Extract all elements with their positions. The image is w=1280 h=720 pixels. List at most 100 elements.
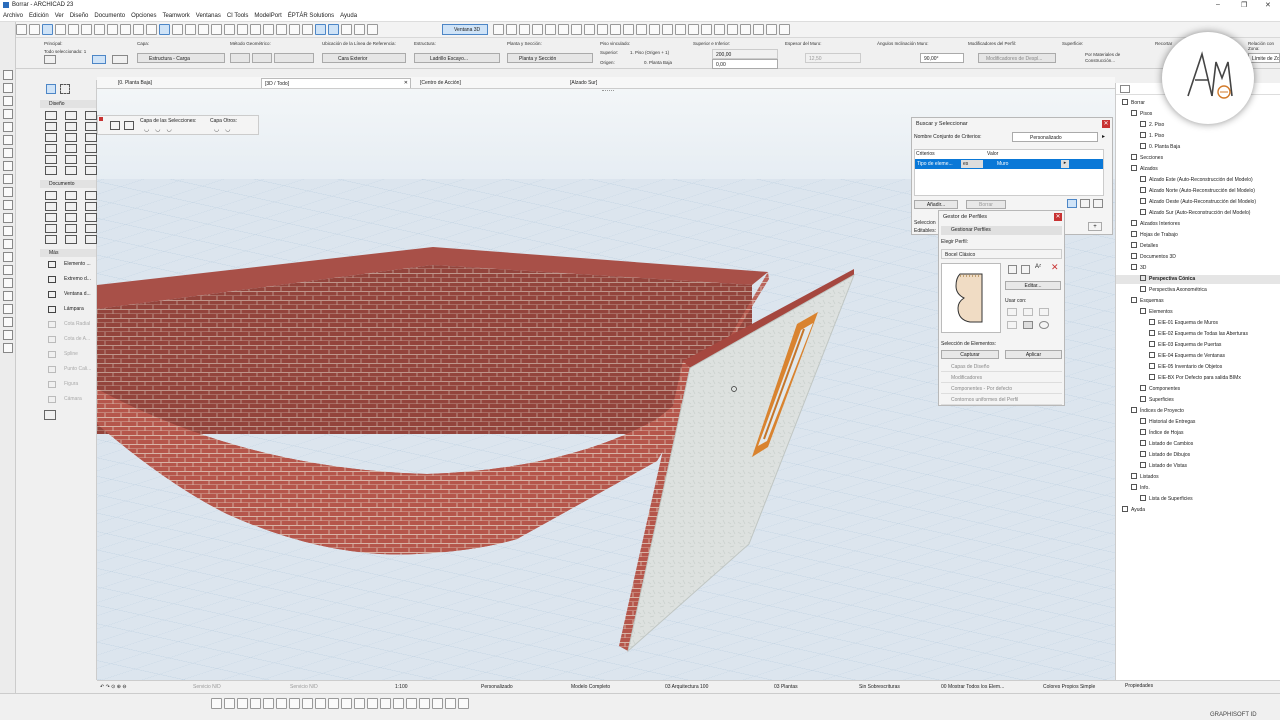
tool-strip-icon-1[interactable] (2, 70, 13, 80)
fill-icon[interactable] (65, 202, 77, 211)
fillet-icon[interactable] (289, 24, 300, 35)
criteria-type-cell[interactable]: Tipo de eleme... (917, 161, 953, 167)
tool-strip-icon-14[interactable] (2, 239, 13, 249)
manage-profiles-header[interactable]: Gestionar Perfiles (941, 226, 1062, 235)
navigator-item[interactable]: EIE-05 Inventario de Objetos (1149, 363, 1222, 372)
edit-profile-button[interactable]: Editar... (1005, 281, 1061, 290)
navigator-item[interactable]: Detalles (1131, 242, 1158, 251)
bottom-tool-icon-11[interactable] (341, 698, 352, 709)
reference-line-select[interactable]: Cara Exterior (322, 53, 406, 63)
skylight-icon[interactable] (85, 155, 97, 164)
menu-ci-tools[interactable]: CI Tools (224, 11, 252, 21)
tool-strip-icon-9[interactable] (2, 174, 13, 184)
tool-strip-icon-18[interactable] (2, 291, 13, 301)
plan-section-select[interactable]: Planta y Sección (507, 53, 593, 63)
navigator-item[interactable]: Info. (1131, 484, 1150, 493)
bottom-tool-icon-10[interactable] (328, 698, 339, 709)
axonometry-icon[interactable] (519, 24, 530, 35)
navigator-item[interactable]: Alzado Oeste (Auto-Reconstrucción del Mo… (1140, 198, 1256, 207)
line-icon[interactable] (85, 202, 97, 211)
colors-value[interactable]: Colores Propios Simple (1043, 684, 1095, 690)
height-field[interactable]: 200,00 (712, 49, 778, 59)
layers-icon[interactable] (172, 24, 183, 35)
use-beam-icon[interactable] (1023, 308, 1033, 316)
mesh-icon[interactable] (45, 155, 57, 164)
syringe-icon[interactable] (81, 24, 92, 35)
bottom-tool-icon-1[interactable] (211, 698, 222, 709)
geometry-method-icon[interactable] (92, 55, 106, 64)
document-section-header[interactable]: Documento (40, 180, 96, 188)
cloud-icon[interactable] (753, 24, 764, 35)
grid-icon[interactable] (120, 24, 131, 35)
bottom-tool-icon-2[interactable] (224, 698, 235, 709)
menu-modelport[interactable]: ModelPort (251, 11, 284, 21)
level-dimension-icon[interactable] (65, 191, 77, 200)
menu-teamwork[interactable]: Teamwork (159, 11, 192, 21)
navigator-item[interactable]: Listado de Cambios (1140, 440, 1193, 449)
palette-close-icon[interactable] (99, 117, 103, 121)
bottom-tool-icon-15[interactable] (393, 698, 404, 709)
object-icon[interactable] (85, 122, 97, 131)
angle-field[interactable]: 90,00° (920, 53, 964, 63)
navigator-item[interactable]: Índice de Hojas (1140, 429, 1183, 438)
publish-icon[interactable] (662, 24, 673, 35)
arrow-tool-icon[interactable] (46, 84, 56, 94)
thickness-field[interactable]: 12,50 (805, 53, 861, 63)
bottom-tool-icon-16[interactable] (406, 698, 417, 709)
navigator-item[interactable]: Perspectiva Axonométrica (1140, 286, 1207, 295)
navigator-item[interactable]: EIE-01 Esquema de Muros (1149, 319, 1218, 328)
bottom-tool-icon-7[interactable] (289, 698, 300, 709)
layer-combination-icon[interactable] (124, 121, 134, 130)
worksheet-tool-icon[interactable] (65, 235, 77, 244)
toolbox-item-camera[interactable]: Cámara (40, 392, 96, 407)
section-contours[interactable]: Contornos uniformes del Perfil (941, 396, 1062, 405)
bottom-tool-icon-19[interactable] (445, 698, 456, 709)
navigator-item[interactable]: Hojas de Trabajo (1131, 231, 1178, 240)
use-wall-icon[interactable] (1007, 308, 1017, 316)
morph-icon[interactable] (65, 155, 77, 164)
minimize-icon[interactable]: – (1216, 1, 1220, 8)
menu-diseno[interactable]: Diseño (67, 11, 92, 21)
arc-icon[interactable] (65, 213, 77, 222)
tool-strip-icon-12[interactable] (2, 213, 13, 223)
apply-button[interactable]: Aplicar (1005, 350, 1062, 359)
bottom-tool-icon-9[interactable] (315, 698, 326, 709)
select-plus-icon[interactable] (1067, 199, 1077, 208)
marquee-icon[interactable] (55, 24, 66, 35)
beam-icon[interactable] (85, 111, 97, 120)
bottom-tool-icon-3[interactable] (237, 698, 248, 709)
menu-archivo[interactable]: Archivo (0, 11, 26, 21)
bottom-tool-icon-12[interactable] (354, 698, 365, 709)
pen-set-value[interactable]: 03 Arquitectura 100 (665, 684, 708, 690)
toolbox-item-element[interactable]: Elemento ... (40, 257, 96, 272)
move-icon[interactable] (185, 24, 196, 35)
bottom-tool-icon-8[interactable] (302, 698, 313, 709)
section-modifiers[interactable]: Modificadores (941, 374, 1062, 383)
menu-documento[interactable]: Documento (91, 11, 128, 21)
maximize-icon[interactable]: ❐ (1241, 1, 1247, 9)
elevate-icon[interactable] (224, 24, 235, 35)
intersect-icon[interactable] (276, 24, 287, 35)
bottom-tool-icon-20[interactable] (458, 698, 469, 709)
info-icon[interactable] (1039, 321, 1049, 329)
layer-select[interactable]: Estructura - Carga (137, 53, 225, 63)
suspend-groups-icon[interactable] (159, 24, 170, 35)
settings-icon[interactable] (766, 24, 777, 35)
navigator-item[interactable]: Perspectiva Cónica (1116, 275, 1280, 284)
tool-strip-icon-16[interactable] (2, 265, 13, 275)
bottom-tool-icon-18[interactable] (432, 698, 443, 709)
navigator-item[interactable]: Elementos (1140, 308, 1173, 317)
help-icon[interactable] (779, 24, 790, 35)
palette-toggle-icon[interactable] (44, 410, 56, 420)
3d-cutaway-icon[interactable] (571, 24, 582, 35)
navigator-item[interactable]: Secciones (1131, 154, 1163, 163)
navigator-item[interactable]: Lista de Superficies (1140, 495, 1193, 504)
bottom-tool-icon-4[interactable] (250, 698, 261, 709)
magic-wand-icon[interactable] (315, 24, 326, 35)
geometry-straight-button[interactable] (230, 53, 250, 63)
use-opening-icon[interactable] (1023, 321, 1033, 329)
navigator-item[interactable]: Índices de Proyecto (1131, 407, 1184, 416)
tool-strip-icon-13[interactable] (2, 226, 13, 236)
teamwork-icon[interactable] (675, 24, 686, 35)
wall-icon[interactable] (45, 111, 57, 120)
